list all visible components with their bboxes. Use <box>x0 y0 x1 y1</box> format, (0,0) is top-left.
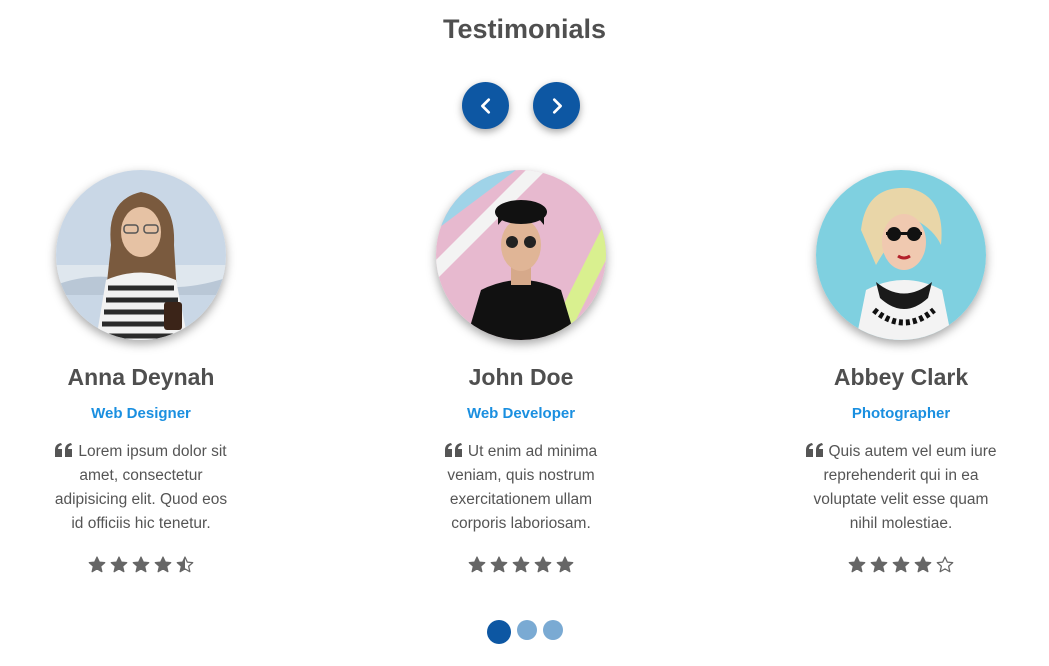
star-full-icon <box>870 556 888 573</box>
carousel-indicators <box>0 620 1049 644</box>
star-full-icon <box>132 556 150 573</box>
avatar <box>436 170 606 340</box>
quote-text: Ut enim ad minima veniam, quis nostrum e… <box>447 443 598 532</box>
star-full-icon <box>88 556 106 573</box>
carousel-dot[interactable] <box>542 620 563 640</box>
star-full-icon <box>556 556 574 573</box>
quote-text: Quis autem vel eum iure reprehenderit qu… <box>813 443 997 532</box>
avatar <box>816 170 986 340</box>
carousel-dot[interactable] <box>486 620 511 644</box>
person-role: Web Developer <box>466 405 576 422</box>
person-role: Web Designer <box>91 405 191 422</box>
star-full-icon <box>512 556 530 573</box>
testimonial-quote: Ut enim ad minima veniam, quis nostrum e… <box>428 440 614 536</box>
star-full-icon <box>848 556 866 573</box>
rating-stars <box>26 556 256 574</box>
carousel-dot[interactable] <box>516 620 537 640</box>
star-full-icon <box>534 556 552 573</box>
quote-icon <box>805 443 823 457</box>
person-role: Photographer <box>851 405 951 422</box>
star-half-icon <box>176 556 194 573</box>
avatar <box>56 170 226 340</box>
quote-icon <box>444 443 462 457</box>
person-name: Anna Deynah <box>67 364 215 390</box>
chevron-left-icon <box>480 97 490 114</box>
star-full-icon <box>914 556 932 573</box>
star-full-icon <box>490 556 508 573</box>
testimonial-quote: Quis autem vel eum iure reprehenderit qu… <box>801 440 1001 536</box>
quote-icon <box>55 443 73 457</box>
prev-button[interactable] <box>462 82 509 129</box>
star-full-icon <box>110 556 128 573</box>
rating-stars <box>406 556 636 574</box>
quote-text: Lorem ipsum dolor sit amet, consectetur … <box>54 443 228 532</box>
rating-stars <box>786 556 1016 574</box>
testimonial-card: Abbey Clark Photographer Quis autem vel … <box>786 170 1016 574</box>
next-button[interactable] <box>533 82 580 129</box>
star-empty-icon <box>936 556 954 573</box>
chevron-right-icon <box>552 97 562 114</box>
star-full-icon <box>892 556 910 573</box>
testimonial-card: John Doe Web Developer Ut enim ad minima… <box>406 170 636 574</box>
testimonial-card: Anna Deynah Web Designer Lorem ipsum dol… <box>26 170 256 574</box>
testimonial-quote: Lorem ipsum dolor sit amet, consectetur … <box>48 440 234 536</box>
person-name: John Doe <box>468 364 574 390</box>
section-title: Testimonials <box>442 14 607 44</box>
star-full-icon <box>154 556 172 573</box>
person-name: Abbey Clark <box>833 364 969 390</box>
star-full-icon <box>468 556 486 573</box>
